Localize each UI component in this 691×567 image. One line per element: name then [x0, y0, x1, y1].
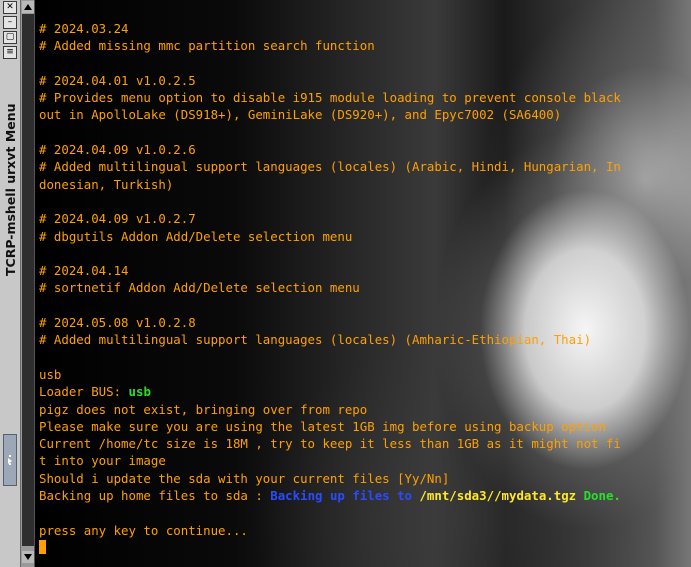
terminal-line: # 2024.04.09 v1.0.2.7: [39, 210, 621, 227]
terminal-line: donesian, Turkish): [39, 176, 621, 193]
terminal-text: Current /home/tc size is 18M , try to ke…: [39, 436, 621, 452]
terminal-line: out in ApolloLake (DS918+), GeminiLake (…: [39, 106, 621, 123]
scroll-down-arrow-icon[interactable]: [22, 551, 34, 563]
terminal-line: Should i update the sda with your curren…: [39, 470, 621, 487]
terminal-line: # Provides menu option to disable i915 m…: [39, 89, 621, 106]
terminal-line: Please make sure you are using the lates…: [39, 418, 621, 435]
terminal-output: # 2024.03.24 # Added missing mmc partitio…: [39, 20, 621, 556]
terminal-text: # Added missing mmc partition search fun…: [39, 38, 375, 54]
terminal-text: # 2024.04.09 v1.0.2.7: [39, 211, 196, 227]
terminal-text: Loader BUS:: [39, 384, 129, 400]
terminal-line: # 2024.04.01 v1.0.2.5: [39, 72, 621, 89]
terminal-text: # 2024.04.01 v1.0.2.5: [39, 72, 196, 88]
terminal-text: press any key to continue...: [39, 522, 248, 538]
handle-arrow-icon: [8, 458, 12, 464]
terminal-text: # dbgutils Addon Add/Delete selection me…: [39, 228, 353, 244]
terminal-text: Done.: [583, 488, 621, 504]
terminal-text: # Added multilingual support languages (…: [39, 332, 592, 348]
terminal-line: pigz does not exist, bringing over from …: [39, 401, 621, 418]
terminal-line: # 2024.05.08 v1.0.2.8: [39, 314, 621, 331]
terminal-line: # Added multilingual support languages (…: [39, 331, 621, 348]
terminal-cursor: [39, 539, 46, 554]
terminal-text: Please make sure you are using the lates…: [39, 418, 606, 434]
scrollbar-thumb[interactable]: [22, 14, 34, 546]
terminal-text: # 2024.03.24: [39, 21, 129, 36]
terminal-line: usb: [39, 366, 621, 383]
terminal-text: usb: [39, 366, 62, 382]
terminal-line: [39, 539, 621, 556]
terminal-line: # 2024.03.24: [39, 20, 621, 37]
terminal-area[interactable]: # 2024.03.24 # Added missing mmc partitio…: [35, 0, 691, 567]
window-titlebar[interactable]: ✕ – ▢ ≡ TCRP-mshell urxvt Menu: [0, 0, 21, 567]
maximize-button[interactable]: ▢: [3, 31, 17, 44]
terminal-text: Should i update the sda with your curren…: [39, 470, 450, 486]
terminal-line: # 2024.04.09 v1.0.2.6: [39, 141, 621, 158]
terminal-line: # Added multilingual support languages (…: [39, 158, 621, 175]
terminal-text: out in ApolloLake (DS918+), GeminiLake (…: [39, 107, 562, 123]
scroll-up-arrow-icon[interactable]: [22, 1, 34, 13]
titlebar-drag-handle[interactable]: [3, 434, 17, 486]
terminal-text: # 2024.05.08 v1.0.2.8: [39, 315, 196, 331]
terminal-text: t into your image: [39, 453, 166, 469]
terminal-text: /mnt/sda3//mydata.tgz: [419, 488, 584, 504]
close-button[interactable]: ✕: [3, 1, 17, 14]
terminal-line: Current /home/tc size is 18M , try to ke…: [39, 435, 621, 452]
terminal-text: # 2024.04.14: [39, 263, 129, 279]
terminal-line: Backing up home files to sda : Backing u…: [39, 487, 621, 504]
terminal-line: # dbgutils Addon Add/Delete selection me…: [39, 228, 621, 245]
terminal-text: # Added multilingual support languages (…: [39, 159, 621, 175]
terminal-text: pigz does not exist, bringing over from …: [39, 401, 368, 417]
terminal-line: t into your image: [39, 452, 621, 469]
terminal-line: press any key to continue...: [39, 522, 621, 539]
window-title-area: TCRP-mshell urxvt Menu: [0, 56, 21, 276]
terminal-line: # 2024.04.14: [39, 262, 621, 279]
terminal-line: # sortnetif Addon Add/Delete selection m…: [39, 279, 621, 296]
scrollbar[interactable]: [21, 0, 35, 567]
terminal-text: # 2024.04.09 v1.0.2.6: [39, 142, 196, 158]
terminal-text: Backing up home files to sda :: [39, 488, 271, 504]
terminal-text: # sortnetif Addon Add/Delete selection m…: [39, 280, 360, 296]
terminal-line: # Added missing mmc partition search fun…: [39, 37, 621, 54]
terminal-text: usb: [128, 384, 151, 400]
terminal-text: Backing up files to: [270, 488, 420, 504]
minimize-button[interactable]: –: [3, 16, 17, 29]
terminal-text: donesian, Turkish): [39, 176, 174, 192]
terminal-line: Loader BUS: usb: [39, 383, 621, 400]
terminal-text: # Provides menu option to disable i915 m…: [39, 90, 621, 106]
window-title: TCRP-mshell urxvt Menu: [3, 103, 18, 276]
